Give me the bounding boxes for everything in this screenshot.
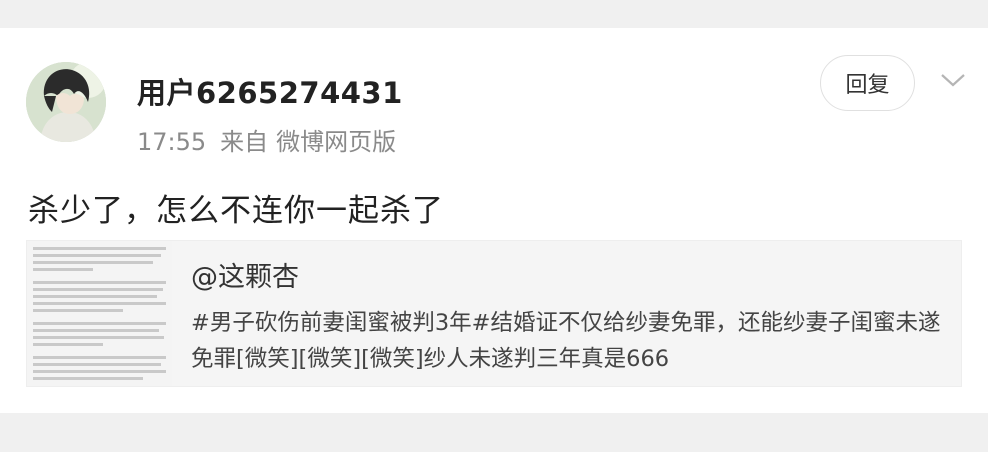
source-prefix: 来自 — [220, 128, 269, 156]
reply-button-label: 回复 — [845, 73, 890, 98]
user-avatar[interactable] — [26, 62, 106, 142]
chevron-down-icon[interactable] — [939, 70, 967, 90]
repost-text: #男子砍伤前妻闺蜜被判3年#结婚证不仅给纱妻免罪，还能纱妻子闺蜜未遂免罪[微笑]… — [191, 310, 941, 372]
top-divider-band — [0, 0, 988, 28]
bottom-divider-band — [0, 413, 988, 452]
reply-button[interactable]: 回复 — [820, 55, 915, 111]
article-thumbnail[interactable] — [27, 241, 172, 386]
comment-text: 杀少了，怎么不连你一起杀了 — [28, 193, 444, 229]
post-source[interactable]: 微博网页版 — [276, 128, 396, 156]
post-time[interactable]: 17:55 — [137, 128, 206, 156]
post-username[interactable]: 用户6265274431 — [137, 70, 403, 112]
repost-author[interactable]: @这颗杏 — [191, 255, 299, 294]
repost-card[interactable]: @这颗杏 #男子砍伤前妻闺蜜被判3年#结婚证不仅给纱妻免罪，还能纱妻子闺蜜未遂免… — [26, 240, 962, 387]
post-meta: 17:55 来自 微博网页版 — [137, 122, 410, 157]
